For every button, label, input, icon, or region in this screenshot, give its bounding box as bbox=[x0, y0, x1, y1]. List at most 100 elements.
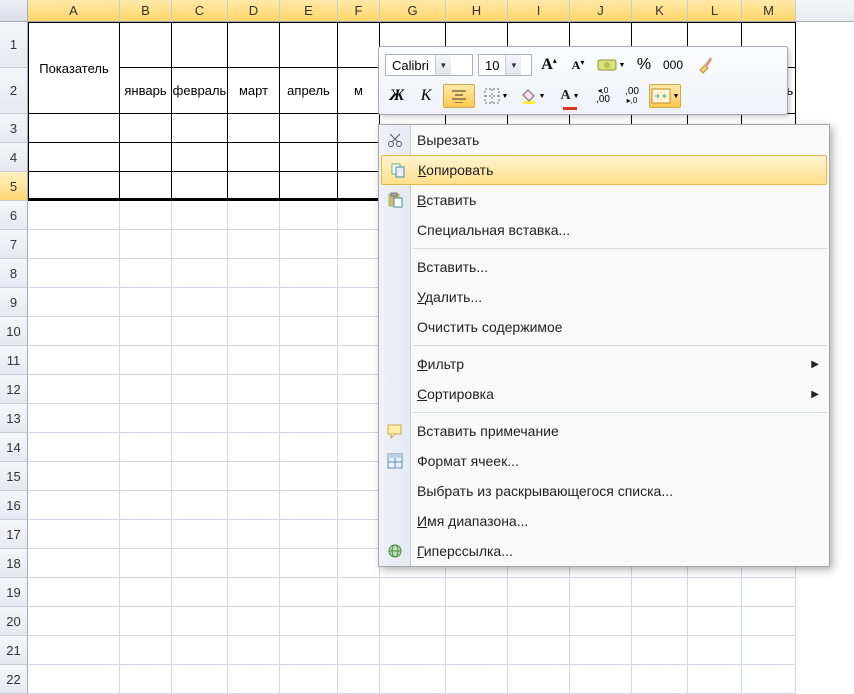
decrease-decimal-button[interactable]: ,00▸,0 bbox=[620, 84, 644, 108]
cell[interactable] bbox=[228, 665, 280, 694]
col-head-e[interactable]: E bbox=[280, 0, 338, 21]
cell[interactable] bbox=[120, 114, 172, 143]
cell[interactable] bbox=[570, 665, 632, 694]
cell[interactable] bbox=[228, 22, 280, 68]
cell[interactable] bbox=[508, 665, 570, 694]
cell[interactable] bbox=[338, 491, 380, 520]
ctx-delete[interactable]: Удалить... bbox=[379, 282, 829, 312]
cell[interactable] bbox=[280, 346, 338, 375]
cell-month-header[interactable]: апрель bbox=[280, 68, 338, 114]
cell[interactable] bbox=[172, 491, 228, 520]
row-head[interactable]: 1 bbox=[0, 22, 28, 68]
cell[interactable] bbox=[570, 578, 632, 607]
col-head-h[interactable]: H bbox=[446, 0, 508, 21]
accounting-format-button[interactable]: ▼ bbox=[595, 53, 627, 77]
cell[interactable] bbox=[172, 114, 228, 143]
row-head[interactable]: 4 bbox=[0, 143, 28, 172]
row-head[interactable]: 20 bbox=[0, 607, 28, 636]
cell[interactable] bbox=[338, 549, 380, 578]
cell[interactable] bbox=[446, 578, 508, 607]
cell[interactable] bbox=[172, 607, 228, 636]
cell[interactable] bbox=[172, 636, 228, 665]
cell[interactable] bbox=[172, 578, 228, 607]
cell[interactable] bbox=[338, 172, 380, 201]
row-head[interactable]: 5 bbox=[0, 172, 28, 201]
cell[interactable] bbox=[28, 317, 120, 346]
cell[interactable] bbox=[120, 520, 172, 549]
format-painter-button[interactable] bbox=[690, 53, 722, 77]
cell[interactable] bbox=[338, 143, 380, 172]
row-head[interactable]: 18 bbox=[0, 549, 28, 578]
cell[interactable] bbox=[172, 317, 228, 346]
cell[interactable] bbox=[280, 172, 338, 201]
percent-button[interactable]: % bbox=[632, 53, 656, 77]
cell[interactable] bbox=[28, 172, 120, 201]
cell[interactable] bbox=[120, 22, 172, 68]
cell[interactable] bbox=[228, 172, 280, 201]
cell[interactable] bbox=[280, 433, 338, 462]
row-head[interactable]: 22 bbox=[0, 665, 28, 694]
cell[interactable] bbox=[570, 607, 632, 636]
cell[interactable] bbox=[632, 578, 688, 607]
row-head[interactable]: 17 bbox=[0, 520, 28, 549]
cell[interactable] bbox=[28, 114, 120, 143]
col-head-b[interactable]: B bbox=[120, 0, 172, 21]
cell[interactable] bbox=[228, 433, 280, 462]
cell[interactable] bbox=[280, 143, 338, 172]
cell[interactable] bbox=[228, 607, 280, 636]
cell[interactable] bbox=[380, 578, 446, 607]
cell[interactable] bbox=[120, 317, 172, 346]
cell[interactable] bbox=[688, 578, 742, 607]
cell[interactable] bbox=[120, 230, 172, 259]
cell[interactable] bbox=[172, 22, 228, 68]
cell[interactable] bbox=[120, 288, 172, 317]
row-head[interactable]: 3 bbox=[0, 114, 28, 143]
chevron-down-icon[interactable]: ▼ bbox=[505, 55, 521, 75]
row-head[interactable]: 12 bbox=[0, 375, 28, 404]
col-head-i[interactable]: I bbox=[508, 0, 570, 21]
cell[interactable] bbox=[338, 404, 380, 433]
cell[interactable] bbox=[228, 636, 280, 665]
cell[interactable] bbox=[446, 607, 508, 636]
cell[interactable] bbox=[28, 143, 120, 172]
cell-month-header[interactable]: февраль bbox=[172, 68, 228, 114]
cell[interactable] bbox=[172, 259, 228, 288]
cell[interactable] bbox=[120, 201, 172, 230]
italic-button[interactable]: К bbox=[414, 84, 438, 108]
cell[interactable] bbox=[280, 491, 338, 520]
cell[interactable] bbox=[742, 578, 796, 607]
col-head-l[interactable]: L bbox=[688, 0, 742, 21]
cell[interactable] bbox=[228, 143, 280, 172]
cell[interactable] bbox=[28, 491, 120, 520]
cell[interactable] bbox=[338, 607, 380, 636]
cell[interactable] bbox=[28, 607, 120, 636]
cell[interactable] bbox=[508, 636, 570, 665]
cell[interactable] bbox=[280, 665, 338, 694]
ctx-paste[interactable]: Вставить bbox=[379, 185, 829, 215]
chevron-down-icon[interactable]: ▼ bbox=[435, 55, 451, 75]
cell[interactable] bbox=[28, 520, 120, 549]
cell[interactable] bbox=[380, 665, 446, 694]
comma-style-button[interactable]: 000 bbox=[661, 53, 685, 77]
cell[interactable] bbox=[228, 346, 280, 375]
select-all-corner[interactable] bbox=[0, 0, 28, 22]
ctx-cut[interactable]: Вырезать bbox=[379, 125, 829, 155]
cell[interactable] bbox=[280, 259, 338, 288]
cell[interactable] bbox=[228, 259, 280, 288]
cell-indicator-header[interactable]: Показатель bbox=[28, 22, 120, 114]
row-head[interactable]: 21 bbox=[0, 636, 28, 665]
ctx-paste-special[interactable]: Специальная вставка... bbox=[379, 215, 829, 245]
cell[interactable] bbox=[28, 462, 120, 491]
cell[interactable] bbox=[172, 143, 228, 172]
cell[interactable] bbox=[742, 636, 796, 665]
row-head[interactable]: 14 bbox=[0, 433, 28, 462]
row-head[interactable]: 9 bbox=[0, 288, 28, 317]
cell[interactable] bbox=[338, 578, 380, 607]
cell[interactable] bbox=[338, 22, 380, 68]
cell[interactable] bbox=[338, 317, 380, 346]
ctx-insert[interactable]: Вставить... bbox=[379, 252, 829, 282]
col-head-f[interactable]: F bbox=[338, 0, 380, 21]
cell[interactable] bbox=[28, 636, 120, 665]
cell[interactable] bbox=[280, 636, 338, 665]
cell[interactable] bbox=[228, 317, 280, 346]
